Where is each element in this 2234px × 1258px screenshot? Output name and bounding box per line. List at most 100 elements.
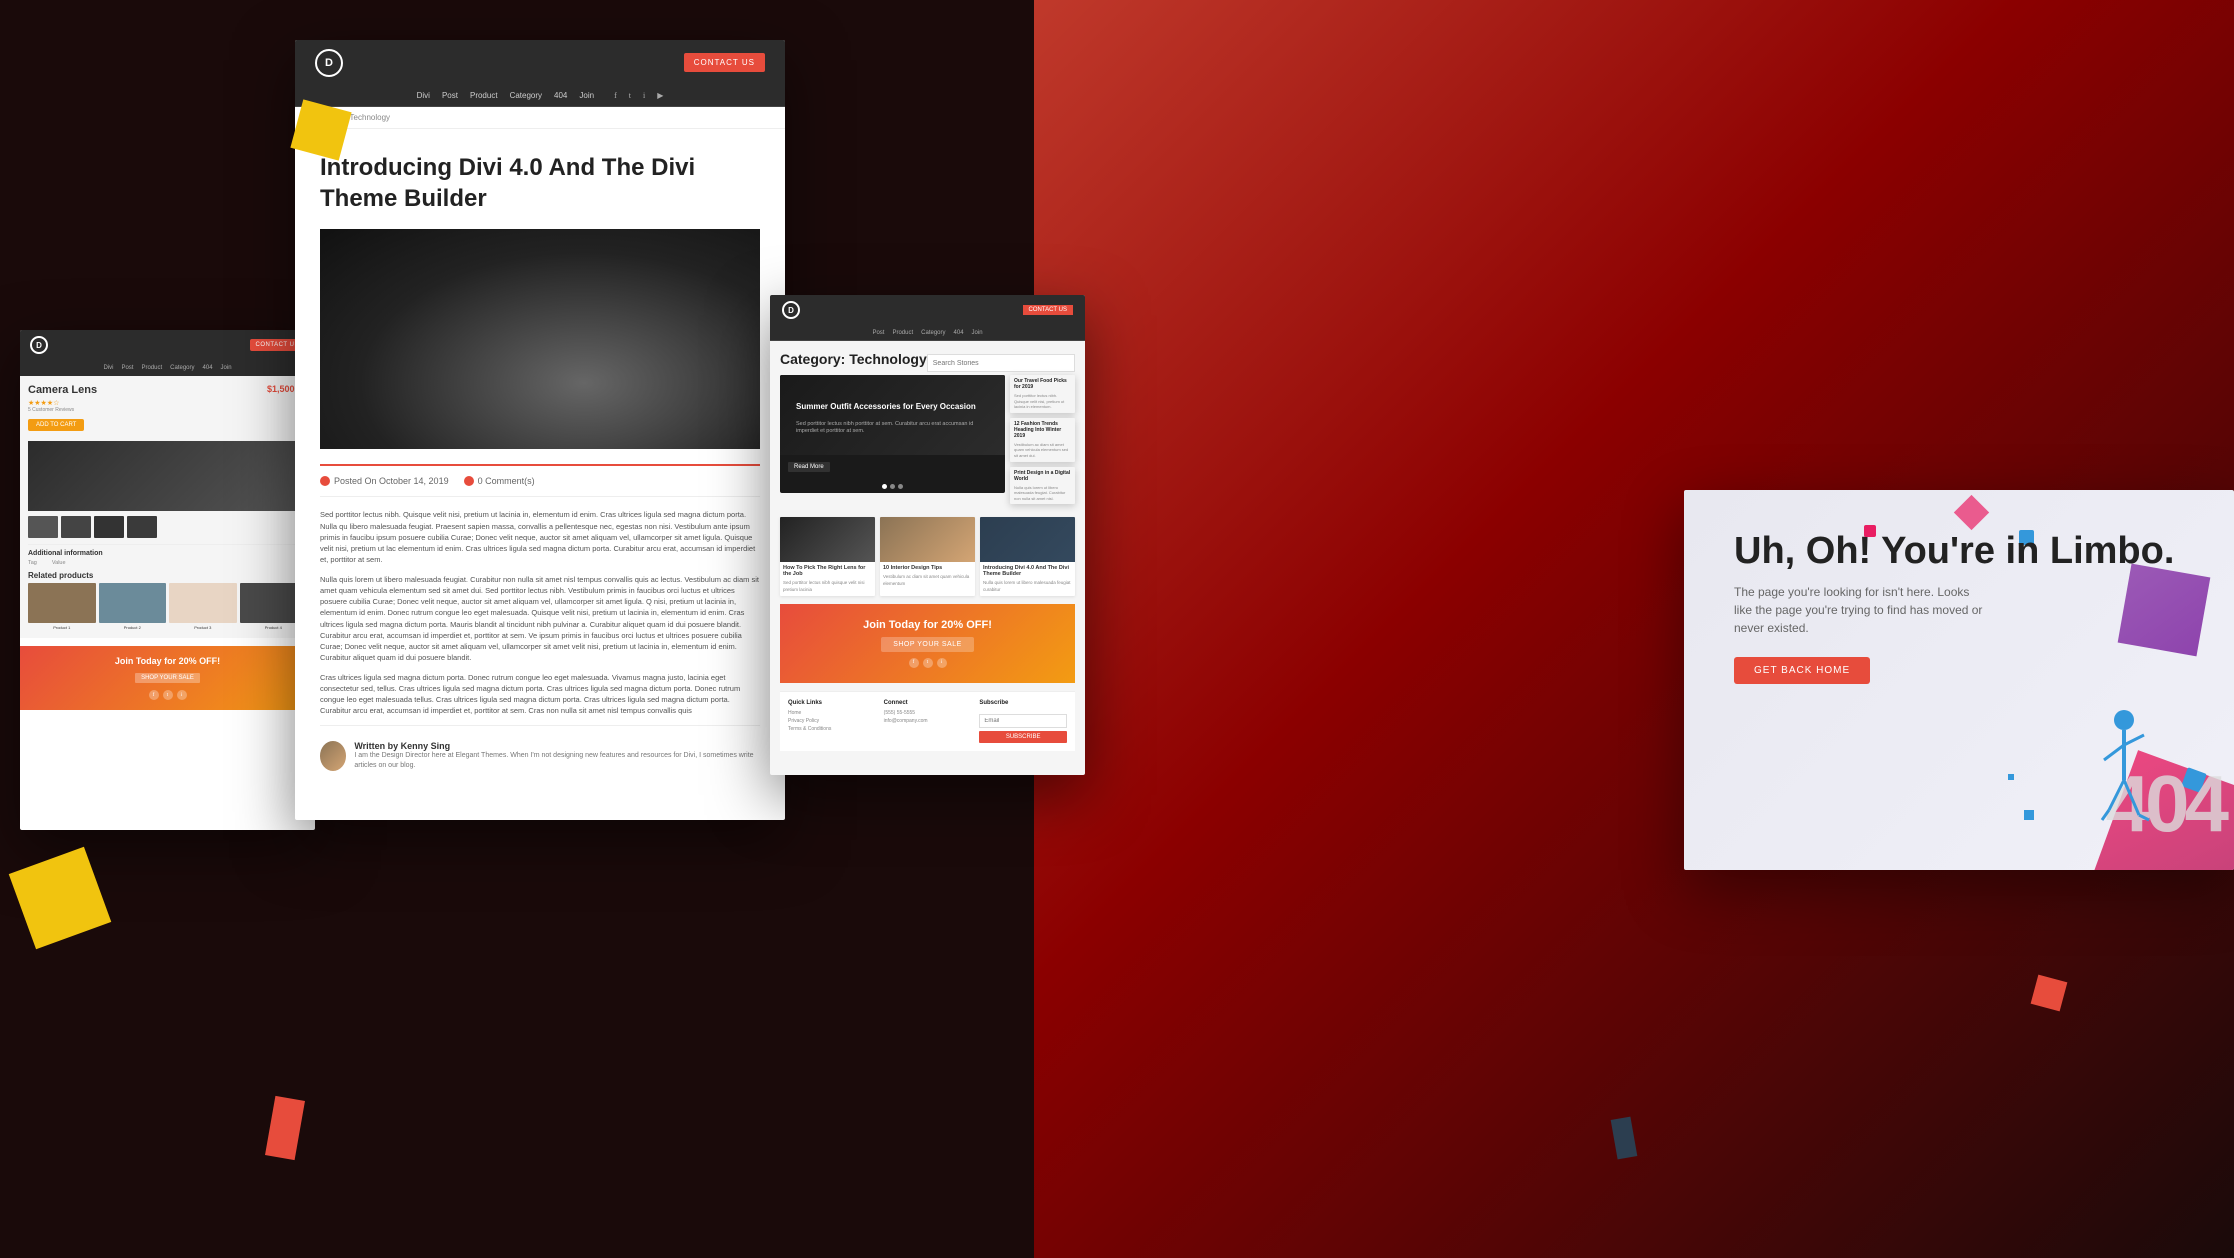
add-to-cart-button[interactable]: ADD TO CART [28, 419, 84, 431]
related-grid [28, 583, 307, 623]
divi-logo-cat: D [782, 301, 800, 319]
blog-meta: Posted On October 14, 2019 0 Comment(s) [320, 464, 760, 497]
instagram-icon[interactable]: i [177, 690, 187, 700]
facebook-icon[interactable]: f [149, 690, 159, 700]
limbo-content: Uh, Oh! You're in Limbo. The page you're… [1684, 490, 2234, 724]
featured-excerpt: Sed porttitor lectus nibh porttitor at s… [788, 421, 997, 436]
blog-nav-category[interactable]: Category [510, 91, 542, 100]
nav-join[interactable]: Join [221, 365, 232, 371]
sidebar-card-3: Print Design in a Digital World Nulla qu… [1010, 467, 1075, 505]
search-input[interactable] [927, 354, 1075, 372]
blue-square-2 [2008, 774, 2014, 780]
article-1-text: Sed porttitor lectus nibh quisque velit … [780, 580, 875, 596]
article-1-title: How To Pick The Right Lens for the Job [780, 562, 875, 580]
author-info: Written by Kenny Sing I am the Design Di… [354, 741, 760, 771]
article-2[interactable]: 10 Interior Design Tips Vestibulum ac di… [880, 517, 975, 596]
divi-logo: D [30, 336, 48, 354]
additional-info-row1: Tag [28, 560, 37, 566]
join-twitter-icon[interactable]: t [923, 658, 933, 668]
blog-date: Posted On October 14, 2019 [320, 476, 449, 486]
nav-product[interactable]: Product [141, 365, 162, 371]
blog-nav-product[interactable]: Product [470, 91, 498, 100]
join-facebook-icon[interactable]: f [909, 658, 919, 668]
footer-quick-links: Quick Links Home Privacy Policy Terms & … [788, 700, 876, 743]
nav-category[interactable]: Category [170, 365, 194, 371]
social-y[interactable]: ▶ [657, 91, 663, 100]
shop-sale-btn[interactable]: SHOP YOUR SALE [881, 637, 974, 652]
blog-nav-join[interactable]: Join [579, 91, 594, 100]
join-banner-large: Join Today for 20% OFF! SHOP YOUR SALE f… [780, 604, 1075, 683]
footer-connect: Connect (555) 55-5555 info@company.com [884, 700, 972, 743]
thumb-1[interactable] [28, 516, 58, 538]
contact-btn-cat[interactable]: CONTACT US [1023, 305, 1073, 315]
social-f[interactable]: f [614, 91, 617, 100]
additional-info-label: Additional information [28, 550, 307, 557]
quick-link-privacy[interactable]: Privacy Policy [788, 717, 876, 725]
contact-button-mid[interactable]: CONTACT US [684, 53, 765, 72]
sidebar-title-1: Our Travel Food Picks for 2019 [1010, 375, 1075, 393]
subscribe-button[interactable]: SUBSCRIBE [979, 731, 1067, 743]
quick-link-terms[interactable]: Terms & Conditions [788, 725, 876, 733]
car-shape [320, 229, 760, 449]
join-banner: Join Today for 20% OFF! SHOP YOUR SALE f… [20, 646, 315, 710]
subscribe-email-input[interactable] [979, 714, 1067, 728]
social-t[interactable]: t [629, 91, 631, 100]
join-banner-large-title: Join Today for 20% OFF! [795, 619, 1060, 631]
related-title-3: Product 3 [169, 625, 237, 630]
product-panel: D CONTACT US Divi Post Product Category … [20, 330, 315, 830]
blog-nav-post[interactable]: Post [442, 91, 458, 100]
pink-dot [1864, 525, 1876, 537]
sidebar-text-1: Sed porttitor lectus nibh. Quisque velit… [1010, 393, 1075, 413]
calendar-icon [320, 476, 330, 486]
blue-square-1 [2024, 810, 2034, 820]
blog-title: Introducing Divi 4.0 And The Divi Theme … [320, 152, 760, 214]
nav-404[interactable]: 404 [203, 365, 213, 371]
thumb-3[interactable] [94, 516, 124, 538]
article-2-img [880, 517, 975, 562]
product-title: Camera Lens [28, 384, 97, 396]
article-3[interactable]: Introducing Divi 4.0 And The Divi Theme … [980, 517, 1075, 596]
article-2-title: 10 Interior Design Tips [880, 562, 975, 574]
article-1-img [780, 517, 875, 562]
cat-nav-404[interactable]: 404 [954, 330, 964, 336]
limbo-panel: Uh, Oh! You're in Limbo. The page you're… [1684, 490, 2234, 870]
read-more-button[interactable]: Read More [788, 462, 830, 472]
author-name: Written by Kenny Sing [354, 741, 760, 751]
related-1[interactable] [28, 583, 96, 623]
dot-3[interactable] [898, 484, 903, 489]
related-3[interactable] [169, 583, 237, 623]
cat-nav-join[interactable]: Join [972, 330, 983, 336]
blog-panel: D CONTACT US Divi Post Product Category … [295, 40, 785, 820]
nav-divi[interactable]: Divi [103, 365, 113, 371]
cat-nav-product[interactable]: Product [892, 330, 913, 336]
join-instagram-icon[interactable]: i [937, 658, 947, 668]
social-i[interactable]: i [643, 91, 645, 100]
limbo-title: Uh, Oh! You're in Limbo. [1734, 530, 2184, 573]
sidebar-title-3: Print Design in a Digital World [1010, 467, 1075, 485]
author-section: Written by Kenny Sing I am the Design Di… [320, 725, 760, 771]
join-social-icons: f t i [795, 658, 1060, 668]
blog-nav-divi[interactable]: Divi [417, 91, 430, 100]
quick-link-home[interactable]: Home [788, 709, 876, 717]
product-img-placeholder [28, 441, 307, 511]
twitter-icon[interactable]: t [163, 690, 173, 700]
connect-email[interactable]: info@company.com [884, 717, 972, 725]
related-2[interactable] [99, 583, 167, 623]
nav-post[interactable]: Post [121, 365, 133, 371]
blog-content: Introducing Divi 4.0 And The Divi Theme … [295, 132, 785, 791]
product-content: Camera Lens ★★★★☆ 5 Customer Reviews $1,… [20, 376, 315, 638]
thumb-2[interactable] [61, 516, 91, 538]
dot-2[interactable] [890, 484, 895, 489]
thumb-4[interactable] [127, 516, 157, 538]
quick-links-title: Quick Links [788, 700, 876, 706]
shop-sale-button[interactable]: SHOP YOUR SALE [135, 673, 200, 683]
category-header: D CONTACT US [770, 295, 1085, 325]
cat-nav-category[interactable]: Category [921, 330, 945, 336]
article-1[interactable]: How To Pick The Right Lens for the Job S… [780, 517, 875, 596]
cat-nav-post[interactable]: Post [872, 330, 884, 336]
back-home-button[interactable]: GET BACK HOME [1734, 657, 1870, 684]
blog-nav-404[interactable]: 404 [554, 91, 567, 100]
dot-1[interactable] [882, 484, 887, 489]
related-title-1: Product 1 [28, 625, 96, 630]
category-content: Category: Technology Summer Outfit Acces… [770, 341, 1085, 761]
